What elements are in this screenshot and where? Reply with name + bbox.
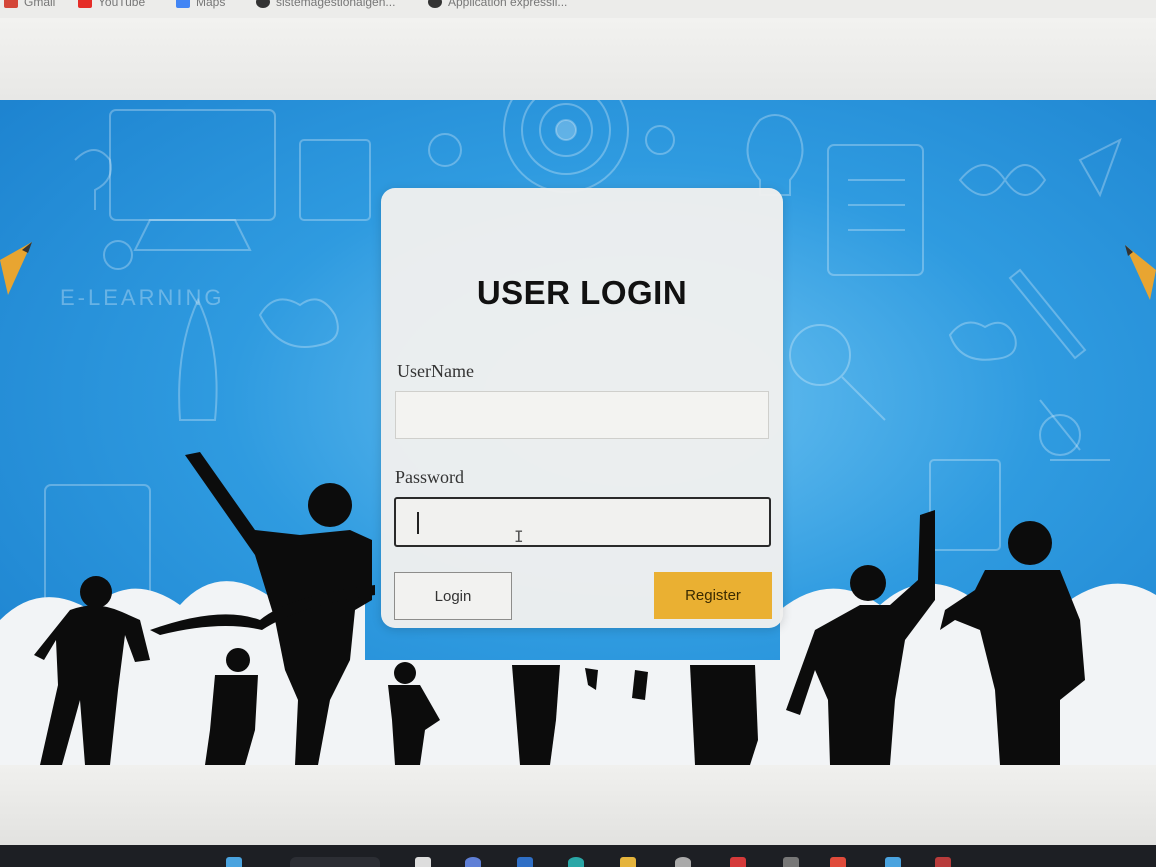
bookmarks-bar: Gmail YouTube Maps sistemagestionalgen..… (0, 0, 1156, 19)
text-caret (417, 512, 419, 534)
globe-icon (428, 0, 442, 8)
taskbar-search-icon[interactable] (290, 857, 380, 867)
bookmark-sistema[interactable]: sistemagestionalgen... (256, 0, 395, 10)
app-icon-4[interactable] (935, 857, 951, 867)
password-label: Password (395, 467, 465, 487)
bookmark-maps[interactable]: Maps (176, 0, 225, 10)
office-icon[interactable] (730, 857, 746, 867)
bookmark-application[interactable]: Application expressli... (428, 0, 567, 10)
page-header-area (0, 18, 1156, 100)
login-form: USER LOGIN UserName Password I Login Reg… (381, 188, 783, 628)
bookmark-label: sistemagestionalgen... (276, 0, 396, 9)
gmail-icon (4, 0, 18, 8)
bookmark-label: Gmail (24, 0, 56, 9)
bookmark-label: Application expressli... (448, 0, 568, 9)
ibeam-cursor-icon: I (514, 527, 524, 546)
vscode-icon[interactable] (885, 857, 901, 867)
maps-icon (176, 0, 190, 8)
username-label: UserName (397, 361, 474, 381)
app-icon-2[interactable] (783, 857, 799, 867)
start-icon[interactable] (226, 857, 242, 867)
bookmark-gmail[interactable]: Gmail (4, 0, 55, 10)
youtube-icon (78, 0, 92, 8)
page-footer-area (0, 765, 1156, 845)
bookmark-label: Maps (196, 0, 226, 9)
register-button[interactable]: Register (654, 572, 772, 619)
os-taskbar (0, 845, 1156, 867)
edge-icon[interactable] (517, 857, 533, 867)
page-title: USER LOGIN (476, 274, 688, 311)
login-button[interactable]: Login (394, 572, 512, 620)
password-input[interactable] (394, 497, 771, 547)
chat-icon[interactable] (465, 857, 481, 867)
file-explorer-icon[interactable] (620, 857, 636, 867)
app-icon[interactable] (675, 857, 691, 867)
app-icon-3[interactable] (830, 857, 846, 867)
username-input[interactable] (395, 391, 769, 439)
task-view-icon[interactable] (415, 857, 431, 867)
browser-icon[interactable] (568, 857, 584, 867)
bookmark-label: YouTube (98, 0, 146, 9)
bookmark-youtube[interactable]: YouTube (78, 0, 145, 10)
globe-icon (256, 0, 270, 8)
